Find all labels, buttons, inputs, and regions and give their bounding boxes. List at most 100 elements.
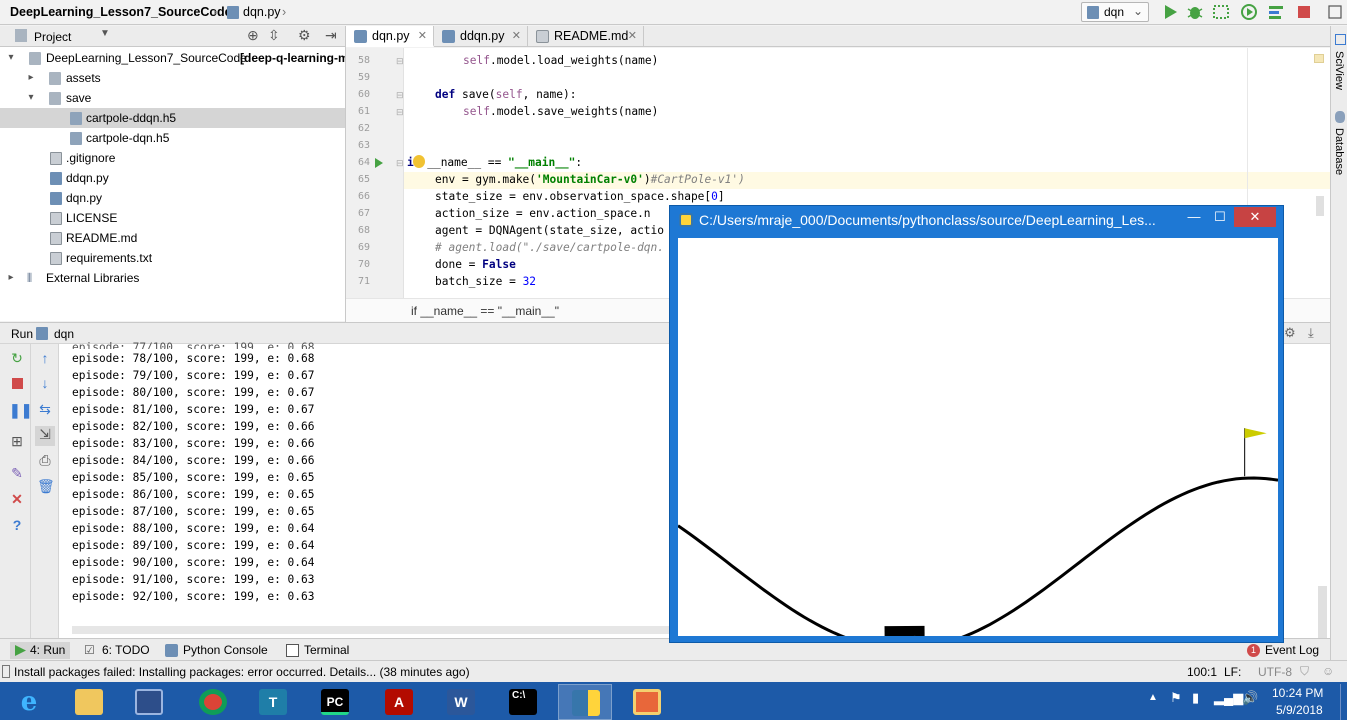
console-horizontal-scrollbar[interactable] — [72, 626, 672, 634]
run-gutter-icon[interactable] — [374, 157, 384, 169]
show-desktop-button[interactable] — [1340, 684, 1347, 720]
tab-event-log[interactable]: 1 Event Log — [1247, 642, 1319, 659]
tab-todo[interactable]: ☑ 6: TODO — [84, 642, 150, 659]
layout-icon[interactable]: ⊞ — [9, 433, 25, 449]
run-with-coverage-icon[interactable] — [1212, 3, 1230, 21]
tab-dqn-py[interactable]: dqn.py ✕ — [346, 26, 434, 47]
editor-scroll-thumb[interactable] — [1316, 196, 1324, 216]
network-icon[interactable]: ▂▄▆ — [1214, 690, 1243, 706]
run-config-tab[interactable]: dqn — [54, 327, 74, 341]
tree-item-license[interactable]: LICENSE — [0, 208, 345, 228]
lock-icon[interactable]: ⛉ — [1300, 664, 1309, 679]
scroll-to-end-icon[interactable]: ⇲ — [35, 426, 55, 446]
action-center-flag-icon[interactable]: ⚑ — [1170, 690, 1182, 706]
taskbar-word[interactable]: W — [434, 684, 488, 720]
tree-item-cartpole-ddqn[interactable]: cartpole-ddqn.h5 — [0, 108, 345, 128]
tab-run[interactable]: 4: Run — [10, 642, 70, 659]
tree-item-cartpole-dqn[interactable]: cartpole-dqn.h5 — [0, 128, 345, 148]
clock-time[interactable]: 10:24 PM — [1272, 686, 1323, 700]
console-scroll-thumb[interactable] — [1318, 586, 1327, 638]
tree-item-requirements[interactable]: requirements.txt — [0, 248, 345, 268]
tab-database[interactable]: Database — [1333, 128, 1345, 175]
inspection-status-icon[interactable] — [1314, 54, 1324, 63]
maximize-button[interactable]: ☐ — [1208, 207, 1232, 227]
close-button[interactable]: ✕ — [1234, 207, 1276, 227]
soft-wrap-icon[interactable]: ⇆ — [37, 401, 53, 417]
taskbar-typora[interactable]: T — [246, 684, 300, 720]
volume-icon[interactable]: 🔊 — [1242, 690, 1258, 706]
hide-panel-icon[interactable]: ⤓ — [1308, 325, 1314, 341]
editor-breadcrumb[interactable]: if __name__ == "__main__" — [411, 304, 559, 318]
arrow-up-icon[interactable]: ↑ — [37, 350, 53, 366]
settings-gear-icon[interactable]: ⚙ — [1284, 325, 1296, 341]
locate-file-icon[interactable]: ⊕ — [247, 27, 259, 44]
view-dropdown-icon[interactable]: ▼ — [100, 28, 110, 39]
stop-icon[interactable] — [1295, 3, 1313, 21]
minimize-button[interactable]: — — [1182, 207, 1206, 227]
inspector-icon[interactable]: ☺ — [1322, 664, 1334, 678]
tree-item-root[interactable]: ▾ DeepLearning_Lesson7_SourceCode [deep-… — [0, 48, 349, 68]
fold-marker-icon[interactable]: ⊟ — [396, 56, 404, 67]
tree-item-assets[interactable]: ▸ assets — [0, 68, 345, 88]
tree-item-gitignore[interactable]: .gitignore — [0, 148, 345, 168]
tab-ddqn-py[interactable]: ddqn.py ✕ — [434, 26, 528, 47]
search-everywhere-icon[interactable] — [1326, 3, 1344, 21]
intention-bulb-icon[interactable] — [413, 155, 425, 168]
tree-item-ddqn-py[interactable]: ddqn.py — [0, 168, 345, 188]
taskbar-chrome[interactable] — [186, 684, 240, 720]
stop-icon[interactable] — [9, 376, 25, 392]
concurrency-diagram-icon[interactable] — [1267, 3, 1285, 21]
run-icon[interactable] — [1161, 3, 1179, 21]
breadcrumb-file[interactable]: dqn.py — [243, 5, 281, 19]
fold-marker-icon[interactable]: ⊟ — [396, 158, 404, 169]
taskbar-command-prompt[interactable]: C:\ — [496, 684, 550, 720]
line-separator[interactable]: LF: — [1224, 665, 1241, 679]
close-icon[interactable]: ✕ — [9, 491, 25, 507]
game-canvas[interactable] — [677, 238, 1279, 653]
tree-item-dqn-py[interactable]: dqn.py — [0, 188, 345, 208]
project-view-label[interactable]: Project — [34, 30, 71, 44]
print-icon[interactable]: ⎙ — [37, 452, 53, 468]
hide-panel-icon[interactable]: ⇥ — [325, 27, 337, 44]
tree-item-readme[interactable]: README.md — [0, 228, 345, 248]
fold-marker-icon[interactable]: ⊟ — [396, 107, 404, 118]
help-icon[interactable]: ? — [9, 517, 25, 533]
tab-terminal[interactable]: Terminal — [286, 642, 349, 659]
run-configuration-select[interactable]: dqn ⌄ — [1081, 2, 1149, 22]
tab-readme-md[interactable]: README.md ✕ — [528, 26, 644, 47]
taskbar-paint[interactable] — [620, 684, 674, 720]
arrow-down-icon[interactable]: ↓ — [37, 375, 53, 391]
tree-item-label: dqn.py — [66, 191, 103, 205]
pause-icon[interactable]: ❚❚ — [9, 402, 32, 418]
show-hidden-icons-icon[interactable]: ▲ — [1148, 692, 1158, 703]
tab-sciview[interactable]: SciView — [1333, 51, 1345, 90]
taskbar-pycharm[interactable]: PC — [308, 684, 362, 720]
tab-python-console[interactable]: Python Console — [165, 642, 268, 659]
taskbar-python[interactable] — [558, 684, 612, 720]
caret-position[interactable]: 100:1 — [1187, 665, 1217, 679]
battery-icon[interactable]: ▮ — [1192, 690, 1199, 706]
close-tab-icon[interactable]: ✕ — [418, 26, 427, 47]
line-number: 59 — [357, 72, 370, 83]
close-tab-icon[interactable]: ✕ — [512, 26, 521, 47]
tree-item-save[interactable]: ▾ save — [0, 88, 345, 108]
taskbar-file-explorer[interactable] — [62, 684, 116, 720]
pin-tab-icon[interactable]: ✎ — [9, 465, 25, 481]
clock-date[interactable]: 5/9/2018 — [1276, 703, 1323, 717]
settings-gear-icon[interactable]: ⚙ — [298, 27, 311, 44]
taskbar-acrobat[interactable]: A — [372, 684, 426, 720]
taskbar-virtualbox[interactable] — [122, 684, 176, 720]
trash-icon[interactable]: 🗑 — [37, 478, 55, 494]
rerun-icon[interactable]: ↻ — [9, 350, 25, 366]
status-message[interactable]: Install packages failed: Installing pack… — [14, 665, 470, 679]
collapse-all-icon[interactable]: ⇳ — [268, 27, 280, 44]
toggle-tool-windows-icon[interactable] — [2, 665, 10, 678]
fold-marker-icon[interactable]: ⊟ — [396, 90, 404, 101]
breadcrumb-project[interactable]: DeepLearning_Lesson7_SourceCode — [10, 5, 232, 19]
profile-icon[interactable] — [1240, 3, 1258, 21]
tree-item-external-libraries[interactable]: ▸ ⫴ External Libraries — [0, 268, 345, 288]
debug-icon[interactable] — [1186, 3, 1204, 21]
file-encoding[interactable]: UTF-8 — [1258, 665, 1292, 679]
taskbar-internet-explorer[interactable]: e — [2, 684, 56, 720]
close-tab-icon[interactable]: ✕ — [628, 26, 637, 47]
